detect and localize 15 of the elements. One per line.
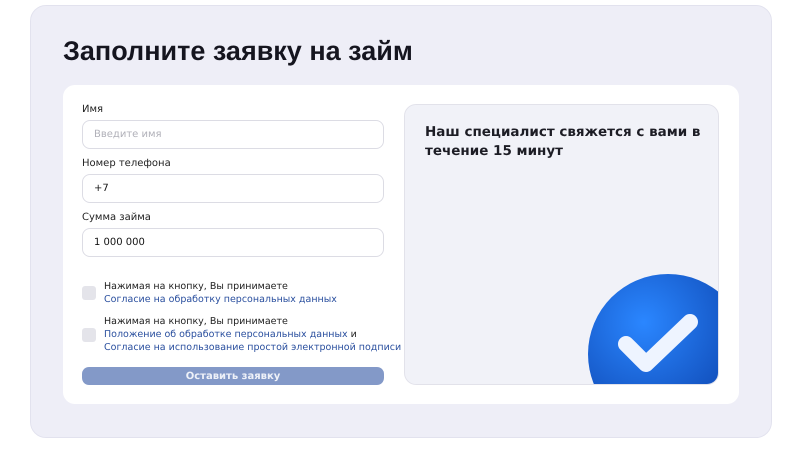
- consent-link[interactable]: Положение об обработке персональных данных: [104, 329, 348, 340]
- field-label: Имя: [82, 104, 104, 115]
- consent-link[interactable]: Согласие на использование простой электронной подписи: [104, 342, 402, 353]
- consent-text: Нажимая на кнопку, Вы принимаете Положение об обработке персональных данных и Согласие на использование простой электронной подписи: [104, 315, 402, 354]
- field-label: Сумма займа: [82, 212, 152, 223]
- input-field[interactable]: +7: [82, 174, 384, 203]
- consent-text: Нажимая на кнопку, Вы принимаете Согласие на обработку персональных данных: [104, 280, 338, 306]
- input-field[interactable]: Введите имя: [82, 120, 384, 149]
- input-field[interactable]: 1 000 000: [82, 228, 384, 257]
- checkbox[interactable]: [82, 286, 96, 300]
- info-text: Наш специалист свяжется с вами в течение 15 минут: [425, 123, 702, 161]
- page-title: Заполните заявку на займ: [63, 36, 414, 67]
- consent-link[interactable]: Согласие на обработку персональных данных: [104, 294, 337, 305]
- checkbox[interactable]: [82, 328, 96, 342]
- field-label: Номер телефона: [82, 158, 172, 169]
